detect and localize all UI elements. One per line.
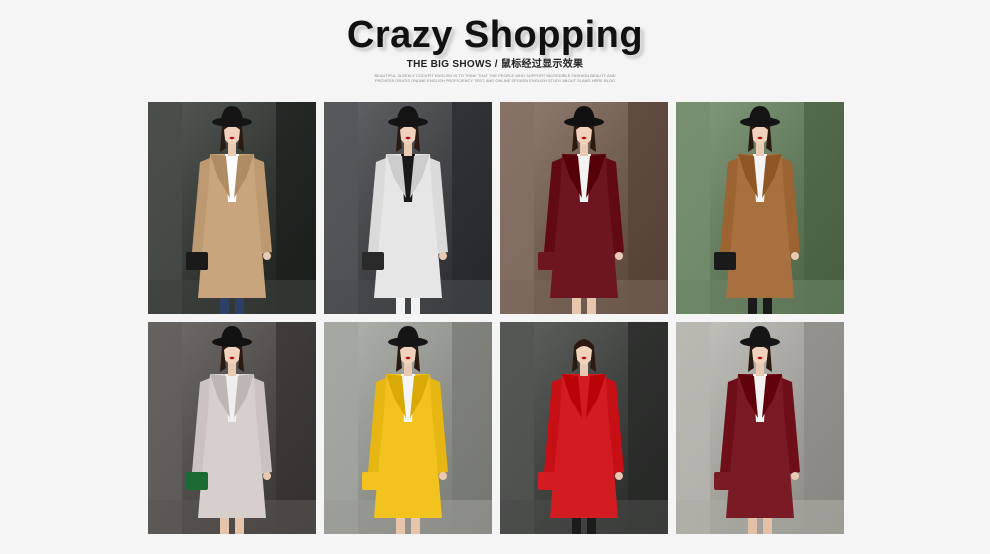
photo-image [500,102,668,314]
model-burgundy-coat-photo[interactable] [500,102,668,314]
model-camel-coat-photo[interactable] [148,102,316,314]
page-subtitle: THE BIG SHOWS / 鼠标经过显示效果 [406,59,584,70]
product-showcase-page: Crazy Shopping THE BIG SHOWS / 鼠标经过显示效果 … [0,0,990,554]
model-yellow-coat-photo[interactable] [324,322,492,534]
model-houndstooth-coat-photo[interactable] [324,102,492,314]
model-wine-coat-photo[interactable] [676,322,844,534]
page-title: Crazy Shopping [346,14,644,56]
photo-image [324,322,492,534]
photo-image [148,102,316,314]
photo-image [676,322,844,534]
tagline-text: BEAUTIFUL SLEEKLY COCKPIT ENGLISH IS TO … [374,73,616,83]
model-brown-coat-train-photo[interactable] [676,102,844,314]
photo-gallery [148,102,844,535]
showcase-header: Crazy Shopping THE BIG SHOWS / 鼠标经过显示效果 … [0,10,990,83]
photo-image [148,322,316,534]
model-red-coat-photo[interactable] [500,322,668,534]
model-grey-coat-photo[interactable] [148,322,316,534]
photo-image [324,102,492,314]
photo-image [500,322,668,534]
photo-image [676,102,844,314]
